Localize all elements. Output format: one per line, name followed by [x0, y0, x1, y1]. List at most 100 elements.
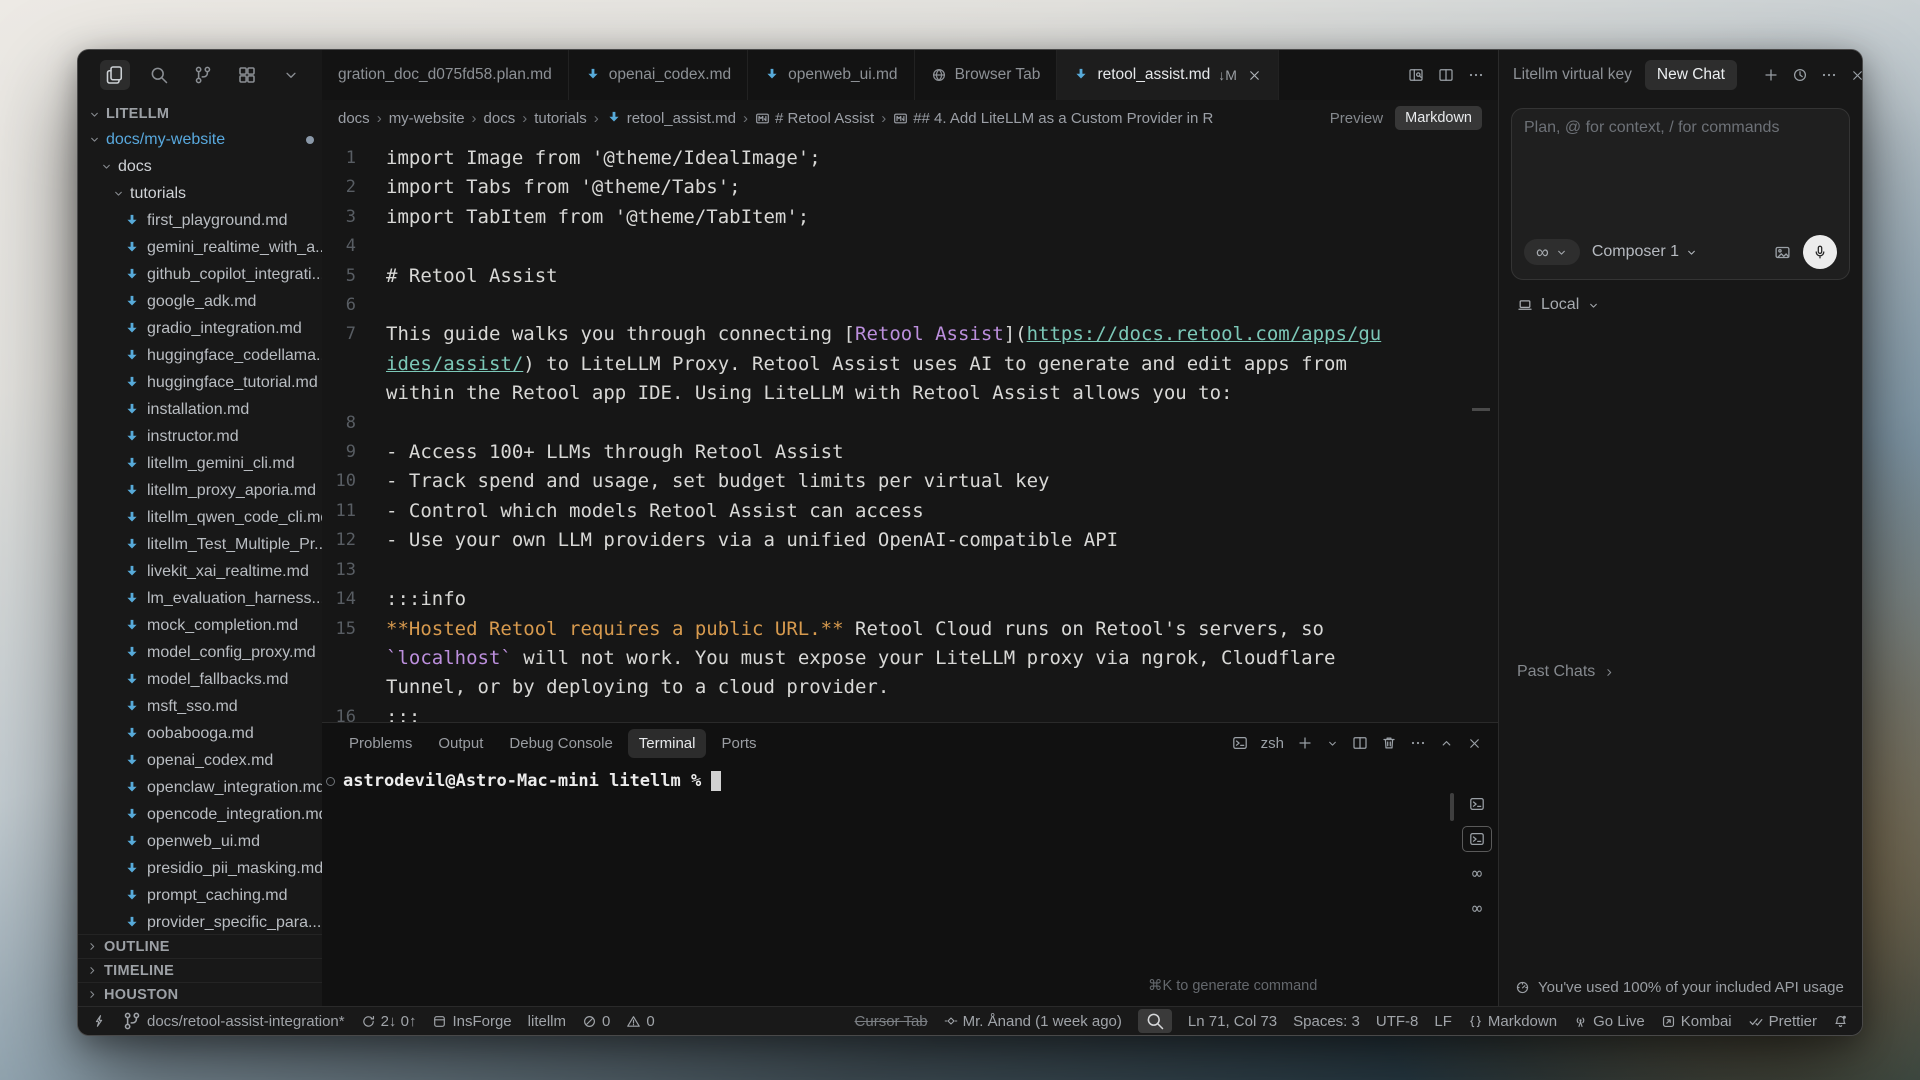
- file-item[interactable]: litellm_qwen_code_cli.md: [78, 504, 322, 531]
- close-panel-icon[interactable]: [1467, 736, 1482, 751]
- file-item[interactable]: lm_evaluation_harness...: [78, 585, 322, 612]
- code-editor[interactable]: 1import Image from '@theme/IdealImage';2…: [322, 136, 1498, 722]
- statusbar-item[interactable]: [92, 1014, 106, 1028]
- file-item[interactable]: provider_specific_para...: [78, 909, 322, 934]
- terminal-tab-problems[interactable]: Problems: [338, 729, 423, 758]
- statusbar-item-docsretoolassistintegration[interactable]: docs/retool-assist-integration*: [122, 1011, 345, 1031]
- new-chat-plus-icon[interactable]: [1763, 67, 1779, 83]
- file-item[interactable]: first_playground.md: [78, 207, 322, 234]
- file-item[interactable]: openweb_ui.md: [78, 828, 322, 855]
- chat-more-icon[interactable]: [1821, 67, 1837, 83]
- breadcrumb-item[interactable]: # Retool Assist: [755, 110, 874, 127]
- terminal-scrollbar-thumb[interactable]: [1450, 793, 1454, 821]
- terminal-tab-terminal[interactable]: Terminal: [628, 729, 707, 758]
- file-item[interactable]: litellm_gemini_cli.md: [78, 450, 322, 477]
- breadcrumb-item[interactable]: retool_assist.md: [606, 110, 736, 127]
- statusbar-item-0[interactable]: 0: [582, 1013, 610, 1030]
- statusbar-item-litellm[interactable]: litellm: [528, 1013, 566, 1030]
- file-item[interactable]: prompt_caching.md: [78, 882, 322, 909]
- tree-folder[interactable]: docs: [78, 153, 322, 180]
- composer-selector[interactable]: Composer 1: [1592, 243, 1698, 261]
- activity-files-button[interactable]: [100, 60, 130, 90]
- statusbar-item-markdown[interactable]: Markdown: [1468, 1013, 1557, 1030]
- split-terminal-icon[interactable]: [1352, 735, 1368, 751]
- file-item[interactable]: openclaw_integration.md: [78, 774, 322, 801]
- statusbar-item-insforge[interactable]: InsForge: [432, 1013, 511, 1030]
- model-selector[interactable]: ∞: [1524, 239, 1580, 265]
- editor-tab[interactable]: openweb_ui.md: [748, 50, 914, 100]
- file-item[interactable]: google_adk.md: [78, 288, 322, 315]
- statusbar-item-ln[interactable]: Ln 71, Col 73: [1188, 1013, 1277, 1030]
- file-item[interactable]: model_fallbacks.md: [78, 666, 322, 693]
- editor-tab[interactable]: retool_assist.md↓M: [1057, 50, 1279, 100]
- statusbar-item-spaces[interactable]: Spaces: 3: [1293, 1013, 1360, 1030]
- breadcrumb-item[interactable]: docs: [484, 110, 516, 127]
- editor-tab[interactable]: gration_doc_d075fd58.plan.md: [322, 50, 569, 100]
- breadcrumb-item[interactable]: ## 4. Add LiteLLM as a Custom Provider i…: [893, 110, 1213, 127]
- file-item[interactable]: opencode_integration.md: [78, 801, 322, 828]
- new-terminal-icon[interactable]: [1297, 735, 1313, 751]
- environment-selector[interactable]: Local: [1499, 280, 1862, 314]
- breadcrumb-item[interactable]: docs: [338, 110, 370, 127]
- file-item[interactable]: huggingface_codellama...: [78, 342, 322, 369]
- sidebar-section-houston[interactable]: HOUSTON: [78, 982, 322, 1006]
- terminal-strip-item[interactable]: ∞: [1462, 896, 1492, 922]
- file-item[interactable]: huggingface_tutorial.md: [78, 369, 322, 396]
- terminal-strip-item[interactable]: ∞: [1462, 861, 1492, 887]
- statusbar-item-utf8[interactable]: UTF-8: [1376, 1013, 1419, 1030]
- kill-terminal-icon[interactable]: [1381, 735, 1397, 751]
- statusbar-item-kombai[interactable]: Kombai: [1661, 1013, 1732, 1030]
- statusbar-item-go[interactable]: Go Live: [1573, 1013, 1645, 1030]
- explorer-section-header[interactable]: LITELLM: [78, 100, 322, 126]
- statusbar-item[interactable]: [1138, 1009, 1172, 1033]
- sidebar-section-timeline[interactable]: TIMELINE: [78, 958, 322, 982]
- file-item[interactable]: openai_codex.md: [78, 747, 322, 774]
- terminal-tab-debug-console[interactable]: Debug Console: [498, 729, 623, 758]
- statusbar-item-0[interactable]: 0: [626, 1013, 654, 1030]
- markdown-mode-button[interactable]: Markdown: [1395, 106, 1482, 130]
- file-item[interactable]: gemini_realtime_with_a...: [78, 234, 322, 261]
- file-item[interactable]: instructor.md: [78, 423, 322, 450]
- editor-tab[interactable]: openai_codex.md: [569, 50, 748, 100]
- editor-scrollbar-thumb[interactable]: [1472, 408, 1490, 411]
- file-item[interactable]: msft_sso.md: [78, 693, 322, 720]
- chat-close-icon[interactable]: [1850, 68, 1863, 83]
- statusbar-item[interactable]: [1833, 1014, 1848, 1029]
- voice-input-button[interactable]: [1803, 235, 1837, 269]
- file-item[interactable]: litellm_Test_Multiple_Pr...: [78, 531, 322, 558]
- attach-image-icon[interactable]: [1774, 244, 1791, 261]
- terminal-tab-ports[interactable]: Ports: [710, 729, 767, 758]
- file-item[interactable]: litellm_proxy_aporia.md: [78, 477, 322, 504]
- sidebar-section-outline[interactable]: OUTLINE: [78, 934, 322, 958]
- chat-input[interactable]: [1524, 119, 1837, 235]
- file-item[interactable]: livekit_xai_realtime.md: [78, 558, 322, 585]
- shell-label[interactable]: zsh: [1261, 735, 1284, 752]
- file-item[interactable]: presidio_pii_masking.md: [78, 855, 322, 882]
- statusbar-item-lf[interactable]: LF: [1434, 1013, 1452, 1030]
- terminal-body[interactable]: astrodevil@Astro-Mac-mini litellm % ⌘K t…: [322, 763, 1498, 1006]
- file-item[interactable]: model_config_proxy.md: [78, 639, 322, 666]
- activity-chev-down-button[interactable]: [276, 60, 306, 90]
- chat-tab-inactive[interactable]: Litellm virtual key: [1513, 66, 1632, 84]
- chat-tab-active[interactable]: New Chat: [1645, 60, 1737, 90]
- file-item[interactable]: installation.md: [78, 396, 322, 423]
- breadcrumb-item[interactable]: my-website: [389, 110, 465, 127]
- terminal-strip-item[interactable]: [1462, 791, 1492, 817]
- editor-tab[interactable]: Browser Tab: [915, 50, 1058, 100]
- preview-toggle[interactable]: Preview: [1330, 110, 1383, 127]
- file-item[interactable]: github_copilot_integrati...: [78, 261, 322, 288]
- statusbar-item-cursor[interactable]: Cursor Tab: [855, 1013, 928, 1030]
- file-item[interactable]: gradio_integration.md: [78, 315, 322, 342]
- chat-history-icon[interactable]: [1792, 67, 1808, 83]
- tree-folder[interactable]: docs/my-website: [78, 126, 322, 153]
- terminal-more-icon[interactable]: [1410, 735, 1426, 751]
- terminal-dropdown-icon[interactable]: [1326, 737, 1339, 750]
- statusbar-item-mr[interactable]: Mr. Ånand (1 week ago): [944, 1013, 1122, 1030]
- statusbar-item-2[interactable]: 2↓ 0↑: [361, 1013, 417, 1030]
- past-chats-section[interactable]: Past Chats: [1517, 663, 1616, 681]
- breadcrumb-item[interactable]: tutorials: [534, 110, 587, 127]
- file-item[interactable]: oobabooga.md: [78, 720, 322, 747]
- terminal-strip-item[interactable]: [1462, 826, 1492, 852]
- activity-branch-button[interactable]: [188, 60, 218, 90]
- activity-search-button[interactable]: [144, 60, 174, 90]
